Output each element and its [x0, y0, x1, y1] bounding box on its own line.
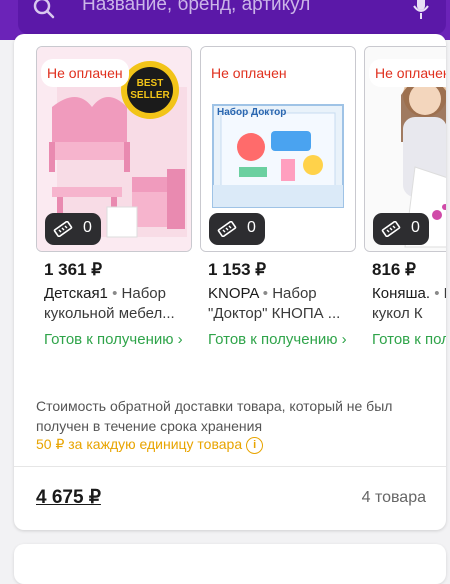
info-icon[interactable]: i	[246, 436, 264, 454]
ruler-icon	[217, 221, 237, 237]
product-brand: Детская1	[44, 285, 108, 302]
size-badge[interactable]: 0	[209, 213, 265, 245]
items-count: 4 товара	[361, 489, 426, 506]
ruler-icon	[381, 221, 401, 237]
product-title[interactable]: KNOPA • Набор "Доктор" КНОПА ...	[208, 284, 358, 324]
title-separator: •	[112, 285, 118, 302]
ready-for-pickup-link[interactable]: Готов к получению ›	[372, 330, 446, 350]
size-badge[interactable]: 0	[45, 213, 101, 245]
box-label: Набор Доктор	[217, 107, 287, 118]
microphone-icon[interactable]	[412, 0, 430, 20]
product-image[interactable]: BEST SELLER Не оплачен 0	[36, 46, 192, 252]
ready-for-pickup-link[interactable]: Готов к получению ›	[208, 330, 358, 350]
best-seller-sticker: BEST SELLER	[121, 61, 179, 119]
search-input[interactable]: Название, бренд, артикул	[82, 0, 310, 16]
order-total: 4 675 ₽	[36, 487, 101, 508]
ruler-icon	[53, 221, 73, 237]
divider	[14, 466, 446, 467]
search-bar[interactable]: Название, бренд, артикул	[18, 0, 446, 34]
product-price: 816 ₽	[372, 260, 416, 279]
size-badge[interactable]: 0	[373, 213, 429, 245]
unpaid-badge: Не оплачен	[41, 59, 129, 87]
return-fee[interactable]: 50 ₽ за каждую единицу товара i	[36, 436, 264, 454]
unpaid-badge: Не оплачен	[205, 59, 293, 87]
size-count: 0	[83, 219, 92, 236]
title-separator: •	[434, 285, 440, 302]
product-image[interactable]: Набор Доктор Не оплачен 0	[200, 46, 356, 252]
product-image[interactable]: Не оплачен 0	[364, 46, 446, 252]
return-delivery-notice: Стоимость обратной доставки товара, кото…	[36, 398, 393, 434]
product-title[interactable]: Детская1 • Набор кукольной мебел...	[44, 284, 194, 324]
size-count: 0	[411, 219, 420, 236]
product-brand: Коняша.	[372, 285, 431, 302]
product-price: 1 361 ₽	[44, 260, 103, 279]
product-price: 1 153 ₽	[208, 260, 267, 279]
product-brand: KNOPA	[208, 285, 259, 302]
product-title[interactable]: Коняша. • Н для кукол К	[372, 284, 446, 324]
search-icon[interactable]	[32, 0, 56, 20]
title-separator: •	[262, 285, 269, 302]
best-seller-text: BEST SELLER	[127, 67, 173, 113]
ready-for-pickup-link[interactable]: Готов к получению ›	[44, 330, 194, 350]
next-order-card[interactable]	[14, 544, 446, 584]
size-count: 0	[247, 219, 256, 236]
order-card[interactable]: BEST SELLER Не оплачен 0 1 361 ₽ Детская…	[14, 34, 446, 530]
unpaid-badge: Не оплачен	[369, 59, 446, 87]
return-fee-text: 50 ₽ за каждую единицу товара	[36, 436, 243, 452]
